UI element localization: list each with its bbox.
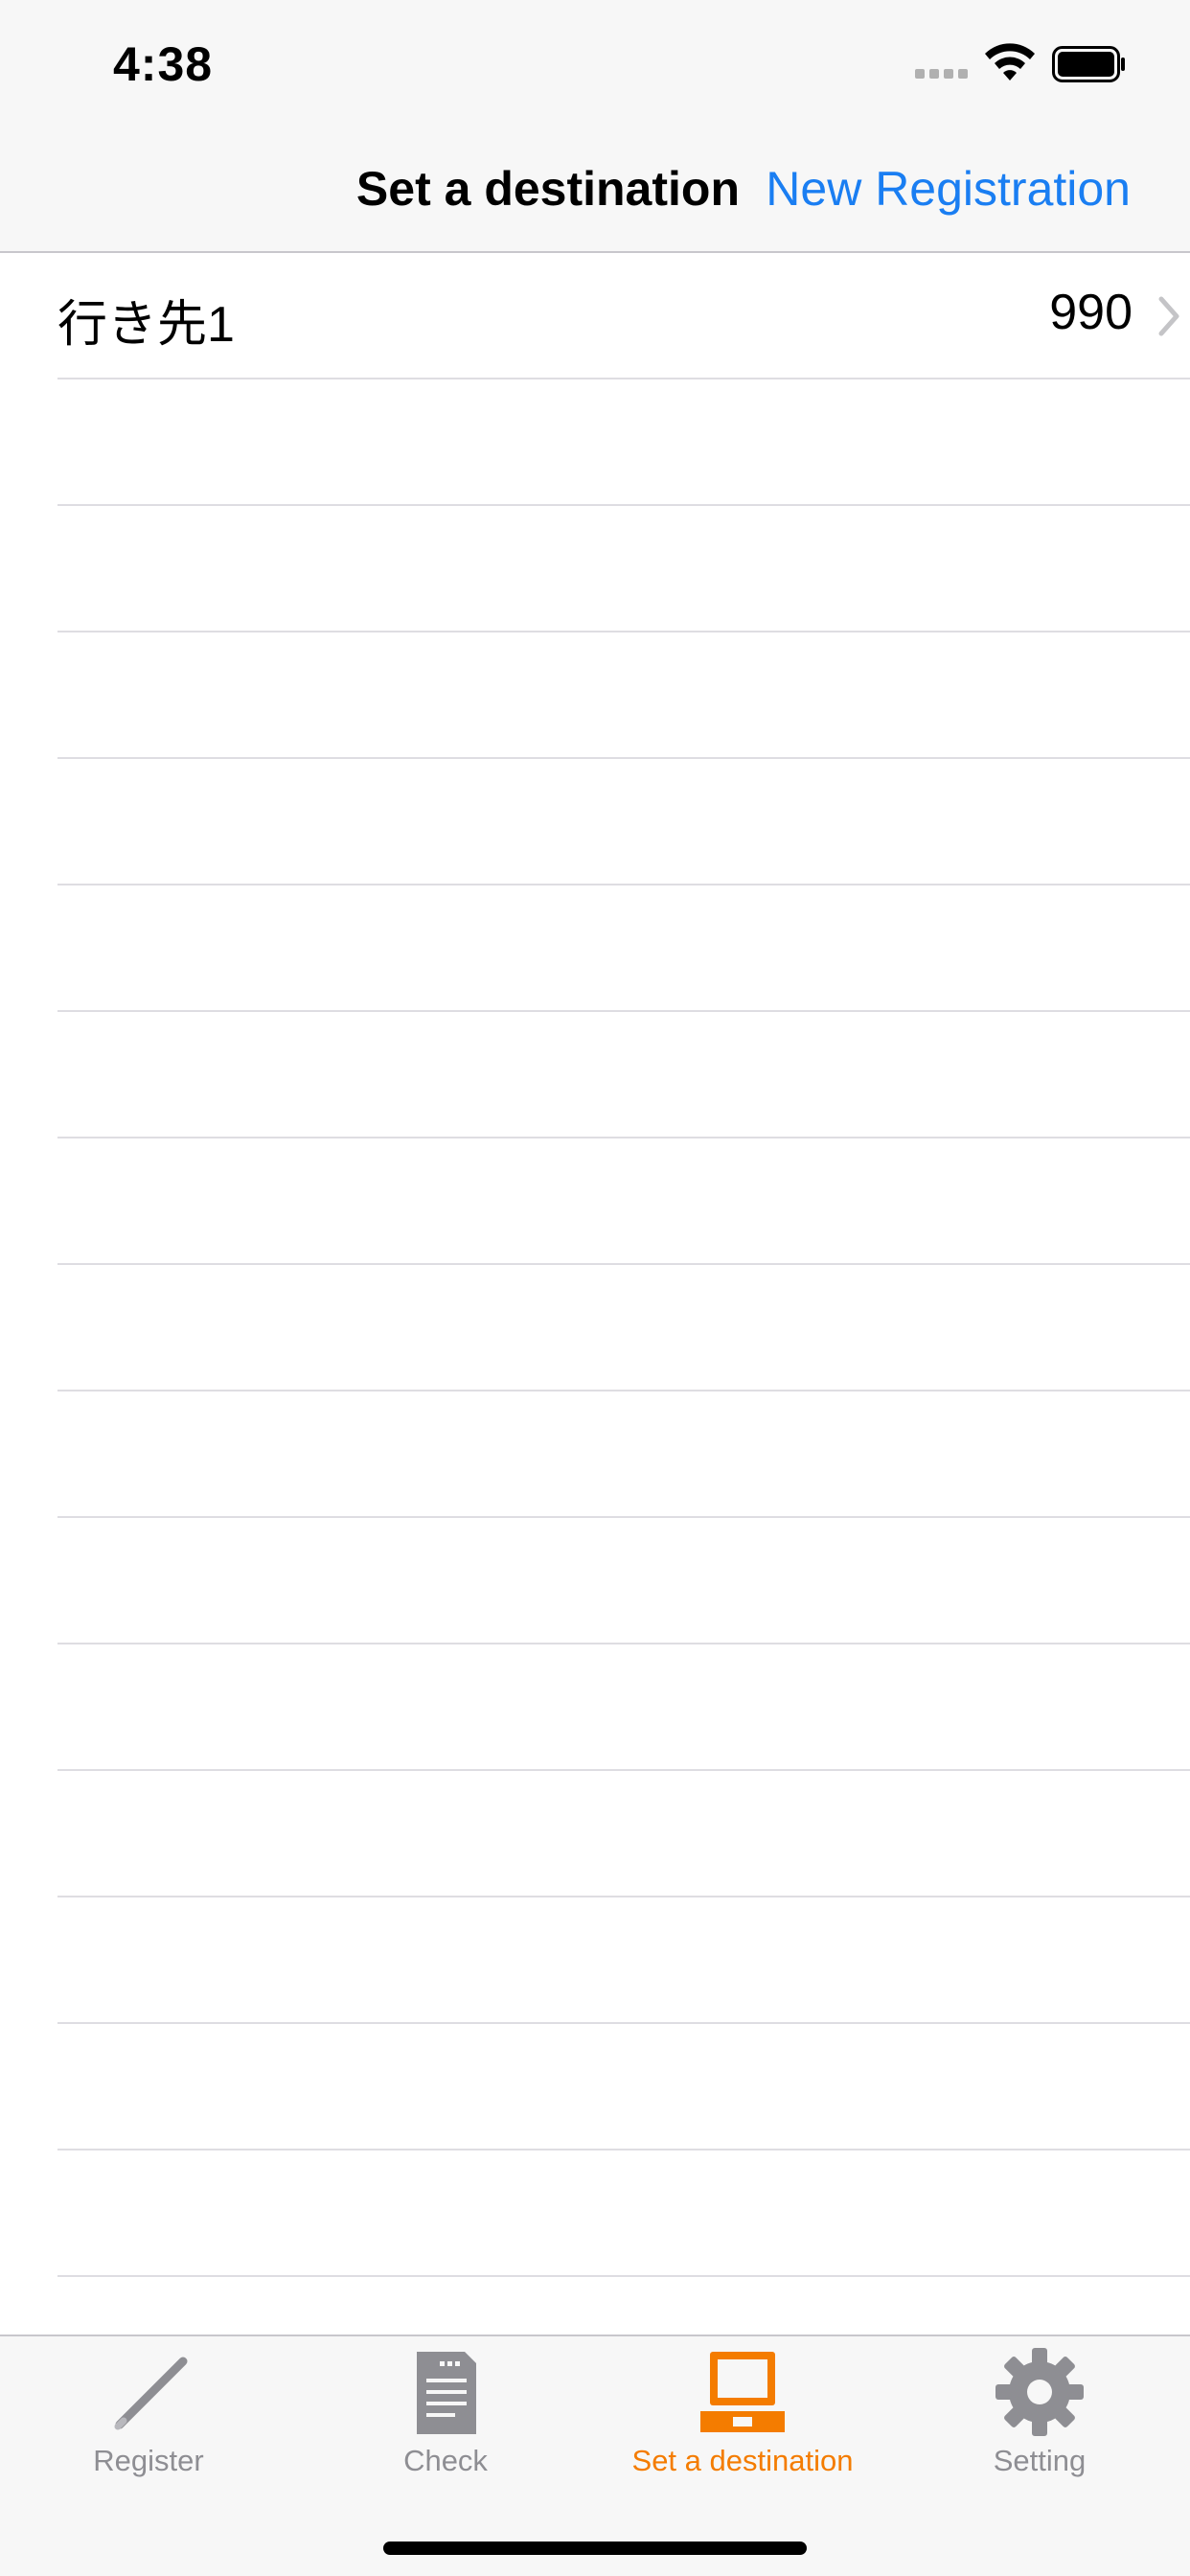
top-bar: 4:38 Set a destination New Registration [0,0,1190,253]
list-item-label: 行き先1 [57,297,235,353]
empty-row [57,1771,1190,1898]
battery-icon [1052,46,1125,82]
chevron-right-icon [1158,296,1179,336]
wifi-icon [985,43,1035,80]
empty-row [57,2277,1190,2334]
status-time: 4:38 [113,37,214,91]
tab-setting[interactable]: Setting [891,2346,1188,2490]
tab-label: Register [93,2444,204,2477]
empty-row [57,1265,1190,1392]
tab-label: Check [403,2444,488,2477]
empty-row [57,759,1190,886]
tab-register[interactable]: Register [0,2346,297,2490]
empty-row [57,506,1190,632]
empty-row [57,380,1190,506]
new-registration-button[interactable]: New Registration [766,161,1131,217]
tab-label: Set a destination [631,2444,854,2477]
empty-row [57,1392,1190,1518]
empty-row [57,1138,1190,1265]
empty-row [57,2024,1190,2150]
empty-row [57,632,1190,759]
tab-set-a-destination[interactable]: Set a destination [594,2346,891,2490]
cellular-signal-icon [915,69,968,79]
empty-row [57,1898,1190,2024]
empty-row [57,2150,1190,2277]
tab-check[interactable]: Check [297,2346,594,2490]
tab-bar: Register Check Set a destination Setting [0,2334,1190,2576]
list-item-value: 990 [1049,285,1133,340]
empty-row [57,1518,1190,1644]
home-indicator [383,2542,807,2555]
empty-row [57,886,1190,1012]
gear-icon [995,2348,1084,2436]
page-title: Set a destination [355,162,740,216]
destination-list: 行き先1 990 [0,253,1190,2334]
laptop-icon [700,2352,785,2432]
tab-label: Setting [993,2444,1087,2477]
list-item[interactable]: 行き先1 990 [57,253,1190,380]
document-icon [417,2352,476,2434]
pen-icon [114,2357,188,2430]
empty-row [57,1012,1190,1138]
empty-row [57,1644,1190,1771]
